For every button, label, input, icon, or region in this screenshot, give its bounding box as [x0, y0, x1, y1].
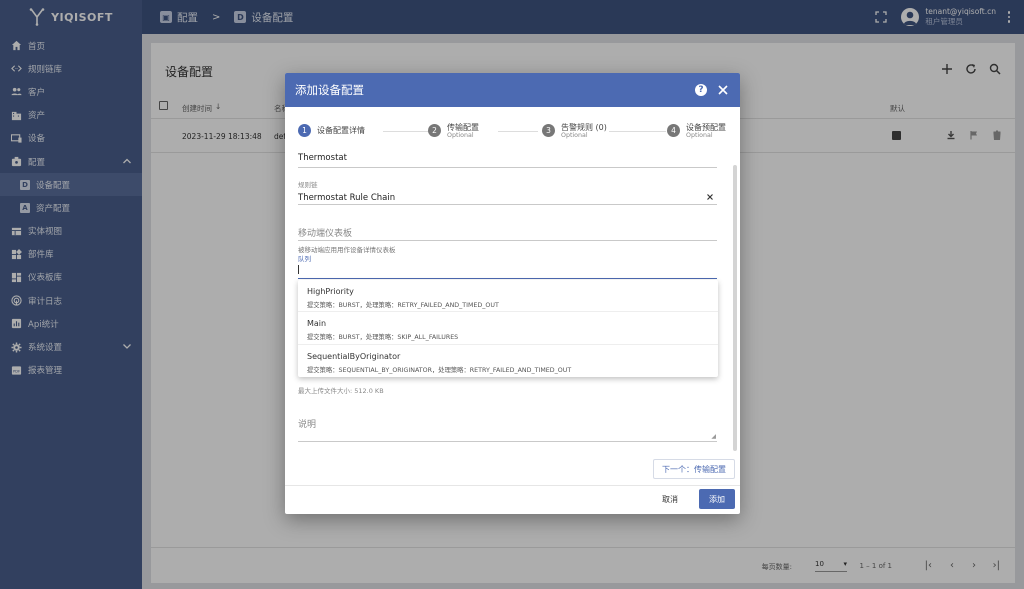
- close-icon[interactable]: [717, 84, 729, 96]
- mobile-dashboard-placeholder: 移动端仪表板: [298, 229, 353, 239]
- queue-option-title: HighPriority: [307, 287, 354, 296]
- description-field[interactable]: 说明 ◢: [298, 417, 717, 443]
- dialog-footer: 取消 添加: [285, 485, 740, 514]
- add-device-profile-dialog: 添加设备配置 ? 1 设备配置详情 2 传输配置 Optional 3 告警规则 …: [285, 73, 740, 514]
- max-file-size-hint: 最大上传文件大小: 512.0 KB: [298, 387, 384, 395]
- step-4[interactable]: 4 设备预配置 Optional: [667, 123, 726, 140]
- queue-option-title: SequentialByOriginator: [307, 351, 401, 361]
- next-step-button[interactable]: 下一个：传输配置: [653, 459, 735, 479]
- name-field[interactable]: Thermostat: [298, 153, 717, 169]
- resize-handle-icon[interactable]: ◢: [711, 433, 716, 440]
- step-2[interactable]: 2 传输配置 Optional: [428, 123, 479, 140]
- queue-dropdown: HighPriority 提交策略：BURST，处理策略：RETRY_FAILE…: [298, 280, 718, 377]
- add-button[interactable]: 添加: [699, 489, 735, 509]
- rule-chain-value: Thermostat Rule Chain: [298, 193, 396, 203]
- step-label: 传输配置: [447, 123, 479, 132]
- step-label: 设备预配置: [686, 123, 726, 132]
- step-number: 3: [542, 124, 555, 137]
- queue-label: 队列: [298, 255, 311, 263]
- queue-option[interactable]: Main 提交策略：BURST，处理策略：SKIP_ALL_FAILURES: [298, 312, 718, 345]
- dialog-header: 添加设备配置 ?: [285, 73, 740, 107]
- queue-option[interactable]: SequentialByOriginator 提交策略：SEQUENTIAL_B…: [298, 345, 718, 377]
- help-icon[interactable]: ?: [695, 84, 707, 96]
- queue-option-desc: 提交策略：SEQUENTIAL_BY_ORIGINATOR，处理策略：RETRY…: [307, 366, 572, 374]
- queue-option-desc: 提交策略：BURST，处理策略：SKIP_ALL_FAILURES: [307, 334, 459, 342]
- name-value: Thermostat: [298, 153, 347, 163]
- step-optional: Optional: [561, 132, 588, 139]
- step-number: 2: [428, 124, 441, 137]
- queue-option-desc: 提交策略：BURST，处理策略：RETRY_FAILED_AND_TIMED_O…: [307, 302, 499, 309]
- step-label: 告警规则 (0): [561, 123, 607, 132]
- step-3[interactable]: 3 告警规则 (0) Optional: [542, 123, 607, 140]
- dialog-scrollbar[interactable]: [733, 165, 737, 451]
- rule-chain-field[interactable]: 规则链 Thermostat Rule Chain: [298, 179, 717, 206]
- step-label: 设备配置详情: [317, 126, 365, 135]
- cancel-button[interactable]: 取消: [662, 494, 678, 505]
- step-1[interactable]: 1 设备配置详情: [298, 123, 365, 137]
- dialog-title: 添加设备配置: [295, 83, 364, 97]
- queue-option[interactable]: HighPriority 提交策略：BURST，处理策略：RETRY_FAILE…: [298, 280, 718, 313]
- queue-field[interactable]: 队列: [298, 253, 717, 279]
- step-number: 4: [667, 124, 680, 137]
- description-placeholder: 说明: [298, 420, 317, 430]
- step-optional: Optional: [447, 132, 474, 139]
- stepper: 1 设备配置详情 2 传输配置 Optional 3 告警规则 (0) Option…: [298, 123, 727, 143]
- rule-chain-label: 规则链: [298, 181, 318, 189]
- step-optional: Optional: [686, 132, 713, 139]
- text-cursor: [298, 265, 299, 274]
- clear-icon[interactable]: [706, 193, 714, 201]
- step-number: 1: [298, 124, 311, 137]
- queue-option-title: Main: [307, 319, 327, 329]
